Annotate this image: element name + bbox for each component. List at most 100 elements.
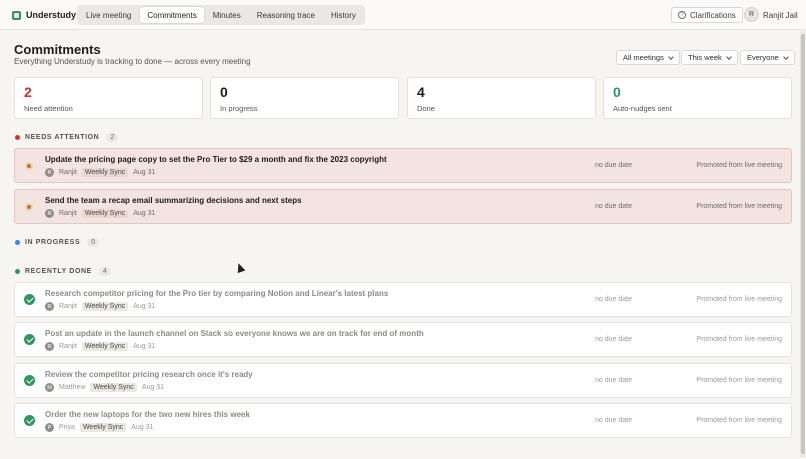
meetings-filter-value: All meetings — [623, 53, 664, 62]
app-brand[interactable]: Understudy — [12, 10, 76, 20]
due-date: no due date — [595, 417, 632, 424]
app-logo-icon — [12, 10, 21, 20]
app-name: Understudy — [26, 10, 77, 20]
range-filter-value: This week — [688, 53, 722, 62]
meeting-tag: Weekly Sync — [81, 302, 129, 311]
page-subtitle: Everything Understudy is tracking to don… — [14, 57, 251, 66]
commitment-meta: R Ranjit Weekly Sync Aug 31 — [45, 168, 155, 177]
commitment-row[interactable]: Send the team a recap email summarizing … — [14, 189, 792, 224]
section-count-badge: 2 — [106, 133, 119, 142]
commitment-row[interactable]: Order the new laptops for the two new hi… — [14, 403, 792, 438]
stat-value: 2 — [24, 84, 32, 100]
section-header-recently-done: RECENTLY DONE 4 — [15, 267, 111, 276]
owner-avatar: M — [45, 383, 54, 392]
commitment-title: Order the new laptops for the two new hi… — [45, 410, 250, 419]
meeting-tag: Weekly Sync — [81, 168, 129, 177]
owner-name: Matthew — [59, 384, 86, 391]
commitment-row[interactable]: Update the pricing page copy to set the … — [14, 148, 792, 183]
source-label: Promoted from live meeting — [696, 377, 782, 384]
meeting-date: Aug 31 — [131, 424, 154, 431]
check-circle-icon[interactable] — [24, 375, 35, 386]
attention-indicator-icon — [25, 162, 33, 170]
meeting-tag: Weekly Sync — [79, 423, 127, 432]
commitment-title: Post an update in the launch channel on … — [45, 329, 424, 338]
people-filter-value: Everyone — [747, 53, 779, 62]
check-circle-icon[interactable] — [24, 415, 35, 426]
due-date: no due date — [595, 296, 632, 303]
commitment-meta: R Ranjit Weekly Sync Aug 31 — [45, 302, 155, 311]
due-date: no due date — [595, 377, 632, 384]
commitment-row[interactable]: Research competitor pricing for the Pro … — [14, 282, 792, 317]
status-dot-icon — [15, 240, 20, 245]
commitment-meta: M Matthew Weekly Sync Aug 31 — [45, 383, 164, 392]
meeting-date: Aug 31 — [133, 169, 156, 176]
commitment-row[interactable]: Post an update in the launch channel on … — [14, 322, 792, 357]
stat-label: Done — [417, 104, 435, 113]
meeting-date: Aug 31 — [133, 343, 156, 350]
section-header-in-progress: IN PROGRESS 0 — [15, 238, 100, 247]
owner-avatar: R — [45, 209, 54, 218]
range-filter-dropdown[interactable]: This week — [681, 50, 738, 65]
meetings-filter-dropdown[interactable]: All meetings — [616, 50, 680, 65]
owner-name: Ranjit — [59, 210, 77, 217]
owner-avatar: P — [45, 423, 54, 432]
people-filter-dropdown[interactable]: Everyone — [740, 50, 795, 65]
commitment-meta: R Ranjit Weekly Sync Aug 31 — [45, 342, 155, 351]
owner-name: Priya — [59, 424, 75, 431]
stat-card-done: 4 Done — [407, 77, 596, 119]
user-avatar[interactable]: R — [744, 7, 759, 22]
chevron-down-icon — [725, 53, 732, 60]
source-label: Promoted from live meeting — [696, 203, 782, 210]
section-label: IN PROGRESS — [25, 239, 81, 246]
stat-value: 4 — [417, 84, 425, 100]
scrollbar-thumb[interactable] — [801, 34, 805, 454]
stat-label: Need attention — [24, 104, 73, 113]
section-count-badge: 4 — [98, 267, 111, 276]
meeting-date: Aug 31 — [133, 303, 156, 310]
stat-label: Auto-nudges sent — [613, 104, 672, 113]
section-label: RECENTLY DONE — [25, 268, 92, 275]
check-circle-icon[interactable] — [24, 294, 35, 305]
meeting-tag: Weekly Sync — [81, 342, 129, 351]
question-icon: ? — [678, 11, 686, 19]
stat-card-auto-nudges: 0 Auto-nudges sent — [603, 77, 792, 119]
stat-label: In progress — [220, 104, 258, 113]
chevron-down-icon — [782, 53, 789, 60]
stat-value: 0 — [220, 84, 228, 100]
meeting-date: Aug 31 — [141, 384, 164, 391]
due-date: no due date — [595, 162, 632, 169]
meeting-date: Aug 31 — [133, 210, 156, 217]
section-count-badge: 0 — [87, 238, 100, 247]
mouse-cursor-icon — [234, 261, 246, 274]
meeting-tag: Weekly Sync — [81, 209, 129, 218]
stat-card-in-progress: 0 In progress — [210, 77, 399, 119]
owner-avatar: R — [45, 342, 54, 351]
status-dot-icon — [15, 135, 20, 140]
tab-minutes[interactable]: Minutes — [206, 7, 248, 23]
top-bar: Understudy Live meeting Commitments Minu… — [0, 0, 806, 30]
commitment-meta: P Priya Weekly Sync Aug 31 — [45, 423, 153, 432]
source-label: Promoted from live meeting — [696, 296, 782, 303]
user-name[interactable]: Ranjit Jail — [763, 11, 798, 20]
owner-avatar: R — [45, 302, 54, 311]
owner-name: Ranjit — [59, 169, 77, 176]
due-date: no due date — [595, 336, 632, 343]
tab-reasoning-trace[interactable]: Reasoning trace — [250, 7, 322, 23]
commitment-title: Research competitor pricing for the Pro … — [45, 289, 389, 298]
tab-history[interactable]: History — [324, 7, 363, 23]
owner-name: Ranjit — [59, 303, 77, 310]
commitment-row[interactable]: Review the competitor pricing research o… — [14, 363, 792, 398]
check-circle-icon[interactable] — [24, 334, 35, 345]
tab-live-meeting[interactable]: Live meeting — [79, 7, 138, 23]
clarifications-button[interactable]: ? Clarifications — [671, 7, 743, 23]
section-header-needs-attention: NEEDS ATTENTION 2 — [15, 133, 119, 142]
section-label: NEEDS ATTENTION — [25, 134, 100, 141]
source-label: Promoted from live meeting — [696, 336, 782, 343]
status-dot-icon — [15, 269, 20, 274]
commitment-meta: R Ranjit Weekly Sync Aug 31 — [45, 209, 155, 218]
commitment-title: Send the team a recap email summarizing … — [45, 196, 302, 205]
due-date: no due date — [595, 203, 632, 210]
owner-name: Ranjit — [59, 343, 77, 350]
tab-commitments[interactable]: Commitments — [140, 7, 204, 23]
source-label: Promoted from live meeting — [696, 417, 782, 424]
